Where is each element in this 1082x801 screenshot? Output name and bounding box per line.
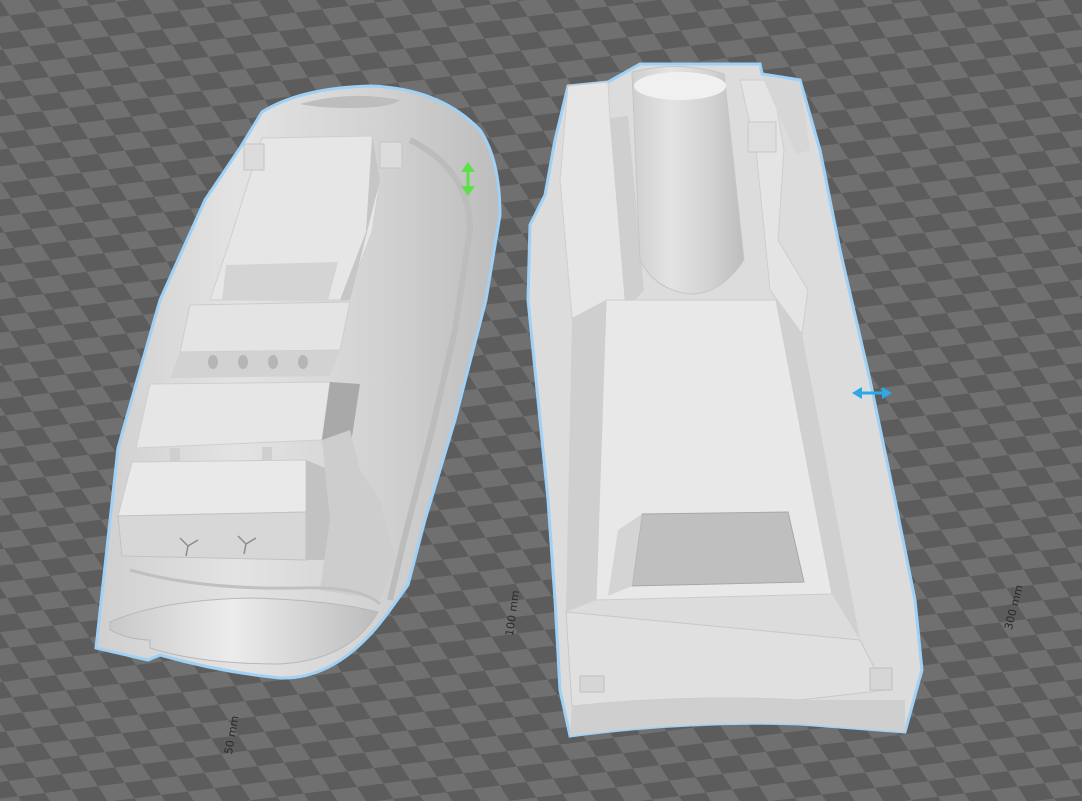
left-step-block (135, 381, 331, 449)
left-mid-platform (179, 301, 351, 353)
left-tab-2 (379, 141, 403, 169)
scene-canvas[interactable] (0, 0, 1082, 801)
right-bottom-notch-right (869, 667, 893, 691)
left-lower-box (117, 459, 307, 517)
right-half-cylinder (631, 66, 745, 295)
hole-2 (238, 355, 248, 369)
left-lower-front (117, 511, 307, 561)
left-upper-recess (222, 262, 338, 300)
hole-1 (208, 355, 218, 369)
left-tab-1 (243, 143, 265, 171)
right-small-block (747, 121, 777, 153)
left-holes-face (170, 350, 340, 378)
3d-viewport[interactable]: 100 mm 50 mm 300 mm (0, 0, 1082, 801)
right-bottom-notch-left (579, 675, 605, 693)
hole-4 (298, 355, 308, 369)
hole-3 (268, 355, 278, 369)
cylinder-top-face (634, 72, 726, 100)
right-lower-recess (631, 511, 805, 587)
